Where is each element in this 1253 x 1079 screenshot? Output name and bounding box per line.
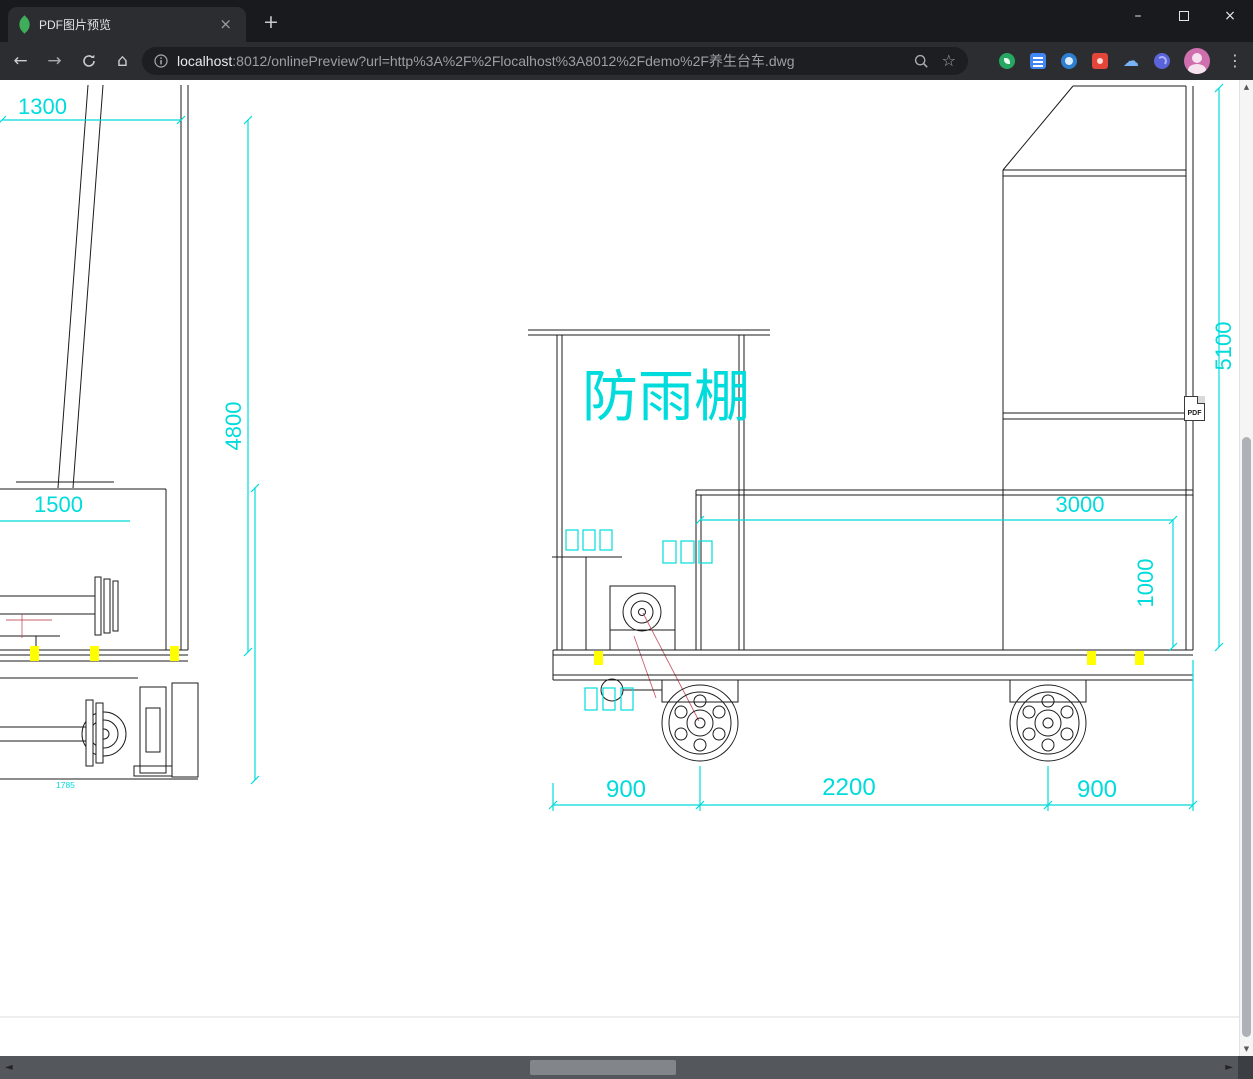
- cad-preview-page: 1300 4800 1500 5100 3000 1000 900 2200 9…: [0, 80, 1239, 1056]
- new-tab-button[interactable]: +: [258, 12, 284, 32]
- scroll-up-icon[interactable]: ▲: [1240, 82, 1253, 92]
- dim-2200: 2200: [822, 774, 875, 801]
- dim-1300: 1300: [18, 94, 67, 119]
- tab-favicon-leaf-icon: [15, 15, 34, 34]
- horizontal-scrollbar-thumb[interactable]: [530, 1060, 676, 1075]
- back-icon[interactable]: ←: [6, 47, 35, 76]
- dim-4800: 4800: [221, 402, 246, 451]
- dim-1500: 1500: [34, 492, 83, 517]
- extensions-cluster: ☁ ⋮: [998, 42, 1247, 80]
- cad-drawing-svg: 1300 4800 1500 5100 3000 1000 900 2200 9…: [0, 83, 1239, 1018]
- pdf-file-icon[interactable]: PDF: [1184, 396, 1205, 421]
- home-icon[interactable]: ⌂: [108, 47, 137, 76]
- dim-900-right: 900: [1077, 776, 1117, 803]
- profile-avatar[interactable]: [1184, 48, 1210, 74]
- dim-5100: 5100: [1211, 322, 1236, 371]
- window-maximize-button[interactable]: [1161, 0, 1207, 31]
- motor-unit: [609, 585, 676, 651]
- dim-1000: 1000: [1133, 559, 1158, 608]
- address-bar[interactable]: localhost:8012/onlinePreview?url=http%3A…: [142, 47, 968, 75]
- window-minimize-button[interactable]: –: [1115, 0, 1161, 31]
- scroll-down-icon[interactable]: ▼: [1240, 1044, 1253, 1054]
- extension-translate-icon[interactable]: [1029, 52, 1047, 70]
- right-wheel: [1009, 684, 1087, 762]
- tab-title: PDF图片预览: [39, 18, 112, 32]
- omnibox-actions: ☆: [914, 53, 956, 69]
- forward-icon[interactable]: →: [40, 47, 69, 76]
- url-path: :8012/onlinePreview?url=http%3A%2F%2Floc…: [232, 53, 795, 69]
- browser-tab[interactable]: PDF图片预览 ×: [8, 7, 246, 42]
- scroll-left-icon[interactable]: ◄: [5, 1056, 13, 1079]
- left-lower-carriage: [0, 677, 199, 780]
- left-elevation-view: [0, 84, 189, 662]
- nav-buttons: ← → ⌂: [6, 42, 137, 80]
- url-text: localhost:8012/onlinePreview?url=http%3A…: [177, 51, 906, 71]
- extension-blue-circle-icon[interactable]: [1060, 52, 1078, 70]
- scrollbar-corner: [1238, 1056, 1253, 1079]
- scroll-right-icon[interactable]: ►: [1225, 1056, 1233, 1079]
- extension-swirl-icon[interactable]: [1153, 52, 1171, 70]
- extension-cloud-icon[interactable]: ☁: [1122, 52, 1140, 70]
- rain-shelter-label: 防雨棚: [582, 365, 750, 428]
- dim-1785: 1785: [56, 780, 75, 790]
- pdf-badge-text: PDF: [1187, 410, 1202, 417]
- window-controls: – ×: [1115, 0, 1253, 31]
- dim-900-left: 900: [606, 776, 646, 803]
- browser-titlebar: PDF图片预览 × + – ×: [0, 0, 1253, 42]
- left-wheel: [661, 684, 739, 762]
- window-close-button[interactable]: ×: [1207, 0, 1253, 31]
- browser-menu-icon[interactable]: ⋮: [1223, 53, 1247, 69]
- extension-red-icon[interactable]: [1091, 52, 1109, 70]
- dim-3000: 3000: [1056, 492, 1105, 517]
- vertical-scrollbar-thumb[interactable]: [1242, 437, 1251, 1037]
- platform-deck: [552, 489, 1193, 703]
- maximize-icon: [1179, 10, 1189, 21]
- tab-close-icon[interactable]: ×: [215, 15, 236, 34]
- vertical-scrollbar[interactable]: ▲ ▼: [1239, 80, 1253, 1056]
- right-frame-view: [1002, 85, 1194, 650]
- reload-icon[interactable]: [74, 47, 103, 76]
- zoom-icon[interactable]: [914, 54, 929, 69]
- bookmark-star-icon[interactable]: ☆: [942, 53, 956, 69]
- url-host: localhost: [177, 53, 233, 69]
- horizontal-scrollbar[interactable]: ◄ ►: [0, 1056, 1253, 1079]
- site-info-icon[interactable]: [154, 54, 168, 68]
- extension-green-icon[interactable]: [998, 52, 1016, 70]
